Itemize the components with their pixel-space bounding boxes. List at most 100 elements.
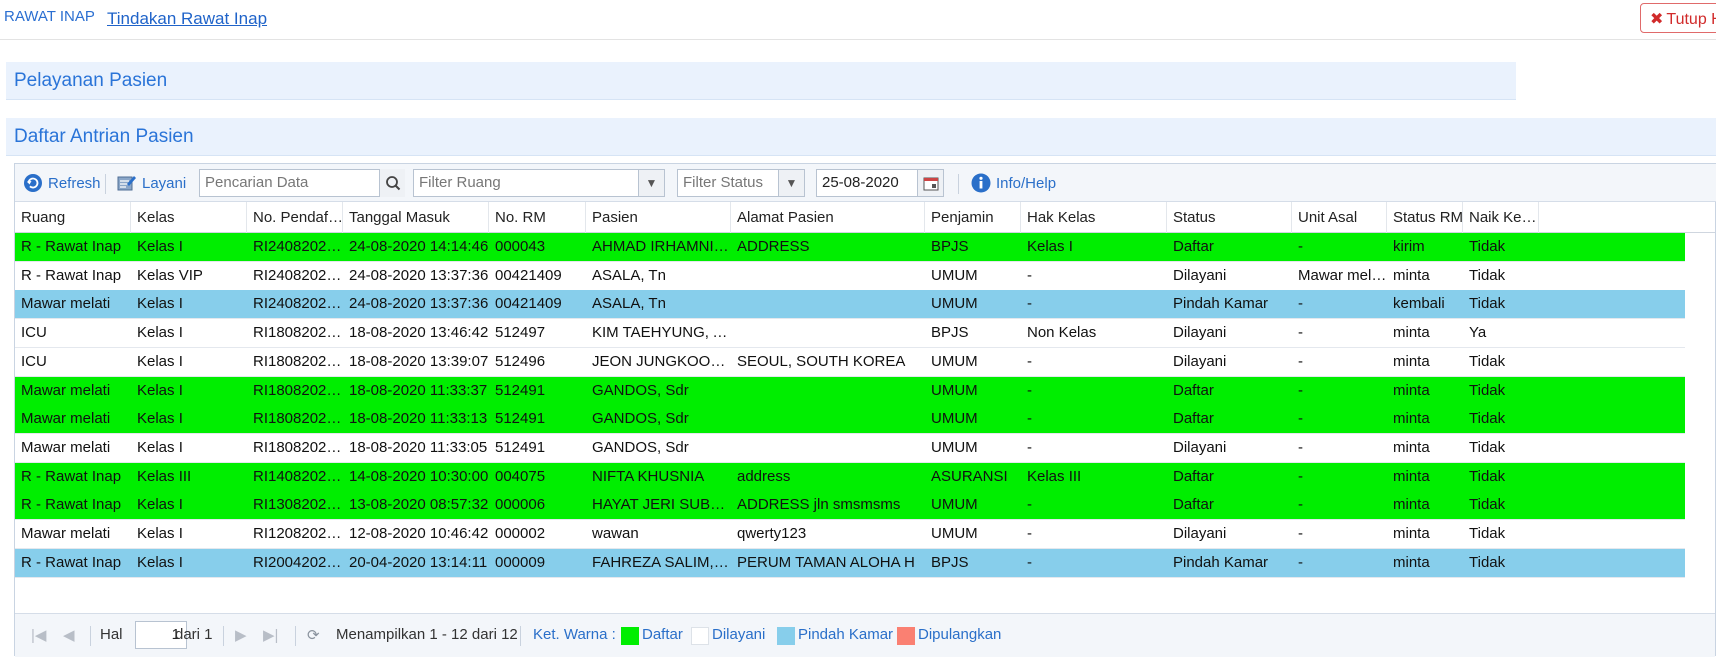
table-cell: - [1027,438,1032,456]
table-cell: 000043 [495,238,546,255]
table-row[interactable]: R - Rawat Inap Kelas I RI1308202… 13-08-202… [15,491,1685,521]
table-cell: Tidak [1469,553,1506,571]
table-cell: - [1027,525,1032,542]
table-cell: Daftar [1173,496,1214,514]
date-field[interactable]: 25-08-2020 [816,169,944,197]
refresh-icon [24,174,42,192]
table-cell: Tidak [1469,266,1506,284]
table-cell: Kelas I [137,295,183,313]
table-cell: Dilayani [1173,352,1227,370]
date-value: 25-08-2020 [822,174,899,191]
search-icon[interactable] [379,169,405,197]
table-cell: Ya [1469,324,1487,342]
table-cell: - [1027,266,1032,284]
refresh-button[interactable]: Refresh [23,171,101,195]
column-header[interactable]: Ruang [15,202,131,233]
serve-label: Layani [142,174,187,192]
table-cell: HAYAT JERI SUBA… [592,496,731,514]
tab-tindakan-rawat-inap[interactable]: Tindakan Rawat Inap [107,9,267,29]
reload-icon[interactable]: ⟳ [307,626,320,644]
pager-divider [520,626,521,646]
panel-title-pelayanan[interactable]: Pelayanan Pasien [6,62,1516,100]
column-header[interactable]: Penjamin [925,202,1021,233]
table-cell: - [1298,496,1303,514]
column-header[interactable]: No. RM [489,202,586,233]
table-cell: kembali [1393,295,1445,313]
table-cell: minta [1393,496,1430,514]
table-cell: RI1208202… [253,525,342,542]
table-row[interactable]: ICU Kelas I RI1808202… 18-08-2020 13:46:42 5… [15,319,1685,349]
table-cell: UMUM [931,266,978,284]
panel-title-daftar-antrian[interactable]: Daftar Antrian Pasien [6,118,1716,156]
table-row[interactable]: R - Rawat Inap Kelas I RI2408202… 24-08-202… [15,233,1685,262]
table-cell: Tidak [1469,238,1506,255]
table-row[interactable]: ICU Kelas I RI1808202… 18-08-2020 13:39:07 5… [15,347,1685,377]
close-button[interactable]: ✖Tutup H [1640,3,1716,33]
table-row[interactable]: R - Rawat Inap Kelas I RI2004202… 20-04-202… [15,548,1685,578]
table-cell: Daftar [1173,410,1214,428]
table-cell: Mawar melati [21,295,111,313]
table-cell: AHMAD IRHAMNI, … [592,238,731,255]
table-row[interactable]: Mawar melati Kelas I RI1208202… 12-08-2020 … [15,520,1685,549]
last-page-icon[interactable]: ▶| [263,626,278,644]
column-header[interactable]: Pasien [586,202,731,233]
column-header[interactable]: Alamat Pasien [731,202,925,233]
table-cell: Tidak [1469,410,1506,428]
table-row[interactable]: Mawar melati Kelas I RI1808202… 18-08-2020 … [15,405,1685,435]
patient-queue-grid: Refresh Layani Pencarian Data Filter Rua… [14,163,1716,657]
table-cell: 512491 [495,381,546,399]
table-row[interactable]: Mawar melati Kelas I RI2408202… 24-08-2020 … [15,290,1685,320]
table-cell: RI1808202… [253,381,342,399]
table-cell: 512496 [495,352,546,370]
table-cell: RI1308202… [253,496,342,514]
table-cell: - [1298,324,1303,342]
pager-divider [223,626,224,646]
table-cell: - [1298,295,1303,313]
table-cell: ADDRESS [737,238,810,255]
table-cell [731,290,925,319]
table-row[interactable]: R - Rawat Inap Kelas III RI1408202… 14-08-2… [15,462,1685,492]
table-cell: 000006 [495,496,546,514]
table-cell: Dilayani [1173,266,1227,284]
table-cell: 24-08-2020 14:14:46 [349,238,489,255]
column-header[interactable]: Status [1167,202,1292,233]
table-row[interactable]: R - Rawat Inap Kelas VIP RI2408202… 24-08-2… [15,261,1685,291]
serve-button[interactable]: Layani [117,171,186,195]
table-cell: - [1298,238,1303,255]
calendar-icon[interactable] [917,170,943,196]
table-cell: - [1027,410,1032,428]
table-cell: 20-04-2020 13:14:11 [349,553,488,571]
column-header[interactable]: Status RM [1387,202,1463,233]
table-cell: 00421409 [495,266,562,284]
column-header[interactable]: Unit Asal [1292,202,1387,233]
status-filter-select[interactable]: Filter Status ▼ [677,169,805,197]
column-header[interactable]: Naik Ke… [1463,202,1539,233]
prev-page-icon[interactable]: ◀ [63,626,75,644]
table-cell: minta [1393,553,1430,571]
table-cell: PERUM TAMAN ALOHA H [737,553,915,571]
first-page-icon[interactable]: |◀ [31,626,46,644]
display-info: Menampilkan 1 - 12 dari 12 [336,626,518,643]
next-page-icon[interactable]: ▶ [235,626,247,644]
table-cell: Tidak [1469,525,1506,542]
room-filter-select[interactable]: Filter Ruang ▼ [413,169,665,197]
column-header[interactable]: No. Pendaf… [247,202,343,233]
chevron-down-icon[interactable]: ▼ [778,170,804,196]
table-cell: Tidak [1469,467,1506,485]
column-header[interactable]: Kelas [131,202,247,233]
table-row[interactable]: Mawar melati Kelas I RI1808202… 18-08-2020 … [15,376,1685,406]
column-header[interactable]: Hak Kelas [1021,202,1167,233]
table-cell: 18-08-2020 11:33:05 [349,438,488,456]
column-header[interactable]: Tanggal Masuk [343,202,489,233]
table-cell: - [1298,352,1303,370]
breadcrumb-rawat-inap[interactable]: RAWAT INAP [4,8,95,25]
search-input[interactable]: Pencarian Data [199,169,405,197]
table-row[interactable]: Mawar melati Kelas I RI1808202… 18-08-2020 … [15,433,1685,463]
info-help-button[interactable]: Info/Help [971,171,1056,195]
chevron-down-icon[interactable]: ▼ [638,170,664,196]
table-cell: 18-08-2020 11:33:13 [349,410,488,428]
table-cell: Kelas I [137,438,183,456]
table-cell: UMUM [931,295,978,313]
info-help-label: Info/Help [996,174,1057,192]
table-cell: Mawar melati [21,381,111,399]
